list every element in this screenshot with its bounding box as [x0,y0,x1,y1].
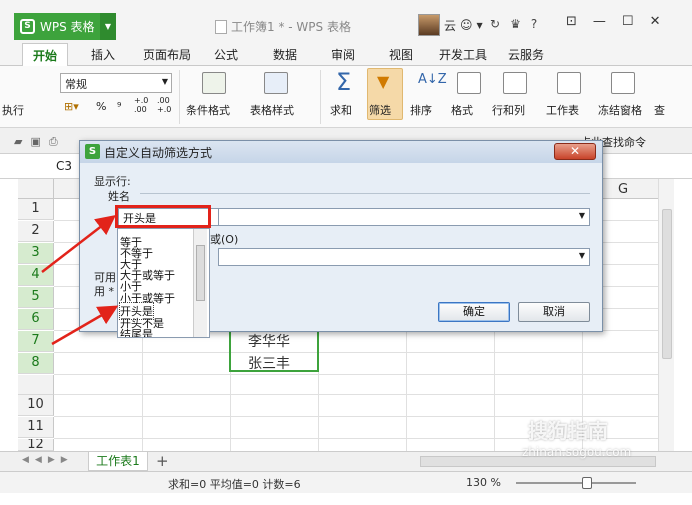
arrow-to-operator [41,214,116,273]
annotation-arrows [41,214,119,346]
arrow-to-option [51,305,119,346]
